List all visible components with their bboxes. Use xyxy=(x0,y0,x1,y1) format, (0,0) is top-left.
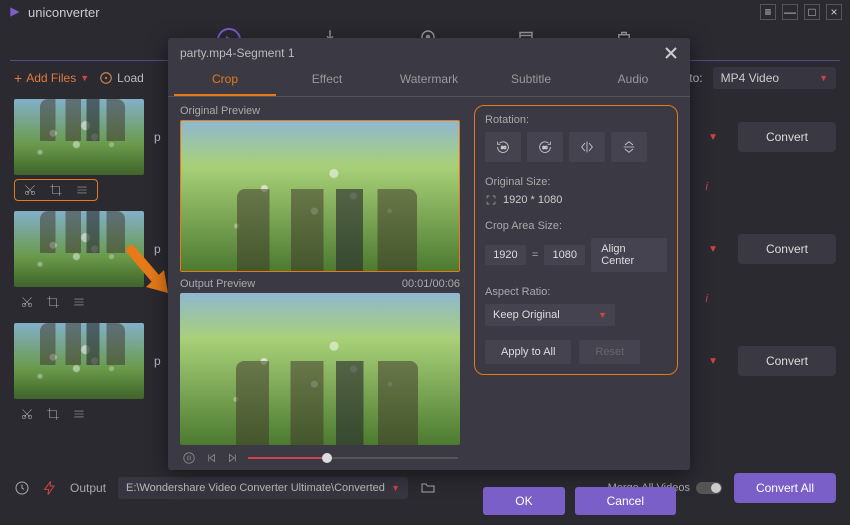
minimize-button[interactable]: — xyxy=(782,4,798,20)
modal-tabs: Crop Effect Watermark Subtitle Audio xyxy=(168,64,690,97)
effect-icon[interactable] xyxy=(72,407,86,421)
load-label: Load xyxy=(117,71,144,85)
convert-button[interactable]: Convert xyxy=(738,122,836,152)
format-caret-icon[interactable]: ▼ xyxy=(708,244,718,255)
disc-icon xyxy=(99,71,113,85)
play-pause-icon[interactable] xyxy=(182,451,196,465)
output-preview xyxy=(180,293,460,445)
convert-button[interactable]: Convert xyxy=(738,346,836,376)
rotation-label: Rotation: xyxy=(485,114,667,126)
info-icon[interactable]: i xyxy=(706,293,708,305)
maximize-button[interactable]: □ xyxy=(804,4,820,20)
clock-icon[interactable] xyxy=(14,480,30,496)
align-center-button[interactable]: Align Center xyxy=(591,238,667,272)
close-button[interactable]: × xyxy=(826,4,842,20)
output-preview-label: Output Preview xyxy=(180,278,255,290)
format-caret-icon[interactable]: ▼ xyxy=(708,132,718,143)
crop-icon[interactable] xyxy=(46,295,60,309)
svg-text:90: 90 xyxy=(501,145,507,150)
crop-settings-frame: Rotation: 90 90 Original Size: 1920 * 10… xyxy=(474,105,678,375)
svg-text:90: 90 xyxy=(542,145,548,150)
aspect-ratio-value: Keep Original xyxy=(493,309,560,321)
multiply-symbol: = xyxy=(532,249,538,261)
flip-horizontal-button[interactable] xyxy=(569,132,605,162)
app-logo-icon xyxy=(8,5,22,19)
original-size-value: 1920 * 1080 xyxy=(503,194,562,206)
crop-icon[interactable] xyxy=(46,407,60,421)
rotate-ccw-button[interactable]: 90 xyxy=(485,132,521,162)
info-icon[interactable]: i xyxy=(706,181,708,193)
expand-icon xyxy=(485,194,497,206)
convert-button[interactable]: Convert xyxy=(738,234,836,264)
cut-icon[interactable] xyxy=(23,183,37,197)
load-dvd-button[interactable]: Load xyxy=(99,71,144,85)
add-files-label: Add Files xyxy=(26,71,76,85)
effect-icon[interactable] xyxy=(72,295,86,309)
merge-toggle[interactable] xyxy=(696,482,722,494)
crop-icon[interactable] xyxy=(49,183,63,197)
original-preview[interactable] xyxy=(180,120,460,272)
aspect-ratio-label: Aspect Ratio: xyxy=(485,286,667,298)
tab-audio[interactable]: Audio xyxy=(582,64,684,96)
output-format-value: MP4 Video xyxy=(721,71,779,85)
apply-to-all-button[interactable]: Apply to All xyxy=(485,340,571,364)
convert-all-button[interactable]: Convert All xyxy=(734,473,836,503)
original-preview-label: Original Preview xyxy=(180,105,460,117)
cut-icon[interactable] xyxy=(20,407,34,421)
crop-size-label: Crop Area Size: xyxy=(485,220,667,232)
seek-slider[interactable] xyxy=(248,457,458,459)
modal-close-icon[interactable] xyxy=(664,46,678,60)
add-files-button[interactable]: + Add Files ▼ xyxy=(14,70,89,86)
next-frame-icon[interactable] xyxy=(226,451,240,465)
prev-frame-icon[interactable] xyxy=(204,451,218,465)
app-title: uniconverter xyxy=(28,5,100,20)
timecode: 00:01/00:06 xyxy=(402,278,460,290)
cut-icon[interactable] xyxy=(20,295,34,309)
reset-button[interactable]: Reset xyxy=(579,340,640,364)
convert-to-label: to: xyxy=(689,71,702,85)
effect-icon[interactable] xyxy=(75,183,89,197)
aspect-ratio-select[interactable]: Keep Original ▼ xyxy=(485,304,615,326)
tab-effect[interactable]: Effect xyxy=(276,64,378,96)
flip-vertical-button[interactable] xyxy=(611,132,647,162)
crop-height-input[interactable]: 1080 xyxy=(544,245,585,265)
clip-thumbnail[interactable] xyxy=(14,323,144,399)
tab-crop[interactable]: Crop xyxy=(174,64,276,96)
tab-watermark[interactable]: Watermark xyxy=(378,64,480,96)
menu-button[interactable]: ≡ xyxy=(760,4,776,20)
output-format-select[interactable]: MP4 Video ▼ xyxy=(713,67,836,89)
crop-width-input[interactable]: 1920 xyxy=(485,245,526,265)
tab-subtitle[interactable]: Subtitle xyxy=(480,64,582,96)
titlebar: uniconverter ≡ — □ × xyxy=(0,0,850,24)
clip-thumbnail[interactable] xyxy=(14,211,144,287)
format-caret-icon[interactable]: ▼ xyxy=(708,356,718,367)
rotate-cw-button[interactable]: 90 xyxy=(527,132,563,162)
edit-modal: party.mp4-Segment 1 Crop Effect Watermar… xyxy=(168,38,690,470)
clip-thumbnail[interactable] xyxy=(14,99,144,175)
output-label: Output xyxy=(70,481,106,495)
gpu-icon[interactable] xyxy=(42,480,58,496)
original-size-label: Original Size: xyxy=(485,176,667,188)
modal-filename: party.mp4-Segment 1 xyxy=(180,46,295,60)
